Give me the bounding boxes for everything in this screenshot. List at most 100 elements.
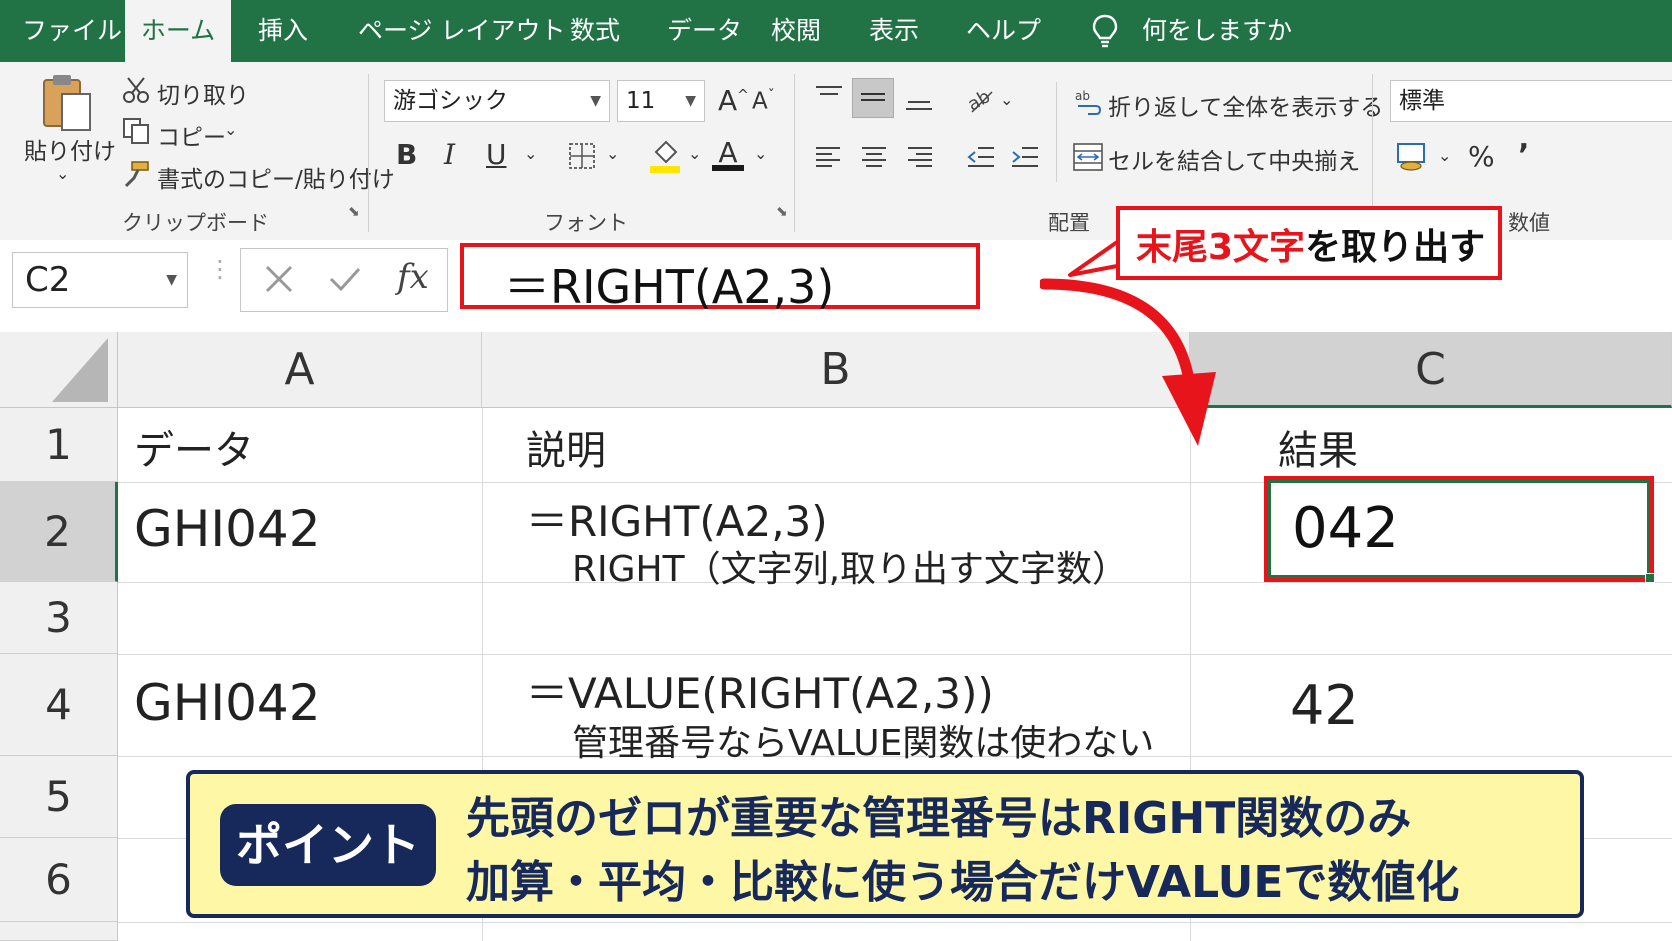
cancel-icon[interactable] [261, 261, 297, 303]
paste-dropdown-chevron-icon[interactable]: ⌄ [56, 164, 69, 183]
cell-b2-syntax[interactable]: RIGHT（文字列,取り出す文字数） [572, 540, 1128, 592]
point-line-2: 加算・平均・比較に使う場合だけVALUEで数値化 [466, 857, 1460, 908]
font-color-dropdown-chevron-icon[interactable]: ⌄ [754, 144, 767, 163]
row-header-7[interactable] [0, 922, 118, 941]
tell-me-search[interactable]: 何をしますか [1142, 0, 1292, 62]
wrap-text-icon[interactable]: ab [1074, 88, 1102, 120]
insert-function-button[interactable]: fx [397, 257, 429, 297]
align-center-icon[interactable] [860, 144, 888, 174]
clipboard-group-label: クリップボード [122, 211, 269, 235]
comma-style-button[interactable]: ’ [1518, 138, 1529, 173]
chevron-down-icon: ▼ [590, 93, 601, 109]
lightbulb-icon[interactable] [1092, 14, 1118, 52]
number-format-select[interactable]: 標準 [1390, 80, 1672, 122]
align-middle-button[interactable] [852, 78, 894, 118]
tab-page-layout[interactable]: ページ レイアウト [358, 0, 565, 62]
select-all-corner[interactable] [0, 332, 118, 408]
formula-input[interactable]: ＝RIGHT(A2,3) [460, 243, 980, 314]
merge-center-button[interactable]: セルを結合して中央揃え [1108, 142, 1360, 176]
orientation-dropdown-chevron-icon[interactable]: ⌄ [1000, 90, 1013, 109]
red-arrow-icon [1040, 278, 1216, 446]
gridline [118, 922, 1672, 923]
cell-b1[interactable]: 説明 [526, 418, 606, 476]
scissors-icon[interactable] [122, 76, 150, 108]
fill-handle[interactable] [1645, 573, 1655, 583]
increase-font-size-button[interactable]: A^ [718, 84, 749, 117]
row-header-3[interactable]: 3 [0, 582, 118, 654]
group-divider [1056, 82, 1057, 182]
paste-icon[interactable] [40, 72, 94, 138]
cell-a2[interactable]: GHI042 [134, 500, 321, 558]
name-box[interactable]: C2 ▼ [12, 252, 188, 308]
cell-a4[interactable]: GHI042 [134, 674, 321, 732]
merge-center-icon[interactable] [1072, 142, 1104, 176]
column-header-c[interactable]: C [1190, 332, 1672, 408]
cell-c4[interactable]: 42 [1290, 674, 1359, 737]
svg-text:ab: ab [1075, 89, 1090, 103]
bold-button[interactable]: B [396, 138, 417, 171]
borders-dropdown-chevron-icon[interactable]: ⌄ [606, 144, 619, 163]
chevron-down-icon: ▼ [166, 272, 177, 288]
wrap-text-button[interactable]: 折り返して全体を表示する [1108, 88, 1383, 122]
merge-dropdown-chevron-icon[interactable]: ⌄ [1342, 146, 1355, 165]
row-header-5[interactable]: 5 [0, 756, 118, 838]
decrease-font-size-button[interactable]: Aˇ [752, 88, 775, 115]
font-launcher-icon[interactable]: ⬊ [776, 204, 788, 220]
formula-text: ＝RIGHT(A2,3) [504, 260, 835, 314]
align-left-icon[interactable] [814, 144, 842, 174]
name-box-value: C2 [25, 260, 71, 300]
tab-file[interactable]: ファイル [22, 0, 122, 62]
font-color-button[interactable]: A [712, 136, 744, 171]
tab-help[interactable]: ヘルプ [966, 0, 1041, 62]
tab-review[interactable]: 校閲 [771, 0, 821, 62]
cell-a1[interactable]: データ [134, 418, 254, 476]
row-header-4[interactable]: 4 [0, 654, 118, 756]
italic-button[interactable]: I [444, 138, 455, 171]
underline-button[interactable]: U [486, 138, 507, 171]
tab-home[interactable]: ホーム [125, 0, 231, 62]
font-size-select[interactable]: 11 ▼ [617, 80, 705, 122]
fill-color-dropdown-chevron-icon[interactable]: ⌄ [688, 144, 701, 163]
orientation-icon[interactable]: ab [964, 86, 998, 120]
copy-icon[interactable] [122, 117, 150, 149]
copy-button[interactable]: コピー [157, 118, 226, 152]
increase-indent-icon[interactable] [1010, 144, 1040, 174]
format-painter-button[interactable]: 書式のコピー/貼り付け [157, 160, 395, 194]
clipboard-launcher-icon[interactable]: ⬊ [348, 204, 360, 220]
row-header-2[interactable]: 2 [0, 482, 118, 582]
enter-check-icon[interactable] [327, 261, 363, 303]
borders-icon[interactable] [568, 142, 596, 174]
group-divider [794, 74, 795, 232]
font-group-label: フォント [544, 211, 628, 235]
underline-dropdown-chevron-icon[interactable]: ⌄ [524, 144, 537, 163]
align-right-icon[interactable] [906, 144, 934, 174]
tab-data[interactable]: データ [667, 0, 742, 62]
formula-bar-buttons: fx [240, 248, 448, 312]
fill-color-icon[interactable] [650, 138, 682, 178]
format-painter-icon[interactable] [122, 160, 150, 192]
tab-view[interactable]: 表示 [869, 0, 919, 62]
percent-style-button[interactable]: % [1468, 140, 1495, 173]
callout-text: 末尾3文字を取り出す [1136, 218, 1485, 270]
font-name-select[interactable]: 游ゴシック ▼ [384, 80, 610, 122]
row-header-1[interactable]: 1 [0, 408, 118, 482]
row-header-6[interactable]: 6 [0, 838, 118, 922]
cell-b4-formula[interactable]: ＝VALUE(RIGHT(A2,3)) [526, 660, 994, 721]
font-name-value: 游ゴシック [393, 88, 508, 114]
tab-insert[interactable]: 挿入 [258, 0, 308, 62]
cell-c1[interactable]: 結果 [1278, 418, 1358, 476]
decrease-indent-icon[interactable] [966, 144, 996, 174]
formula-bar-grip-icon[interactable]: ⋮ [208, 257, 232, 281]
point-badge: ポイント [220, 804, 436, 886]
cut-button[interactable]: 切り取り [157, 76, 249, 110]
cell-b4-note[interactable]: 管理番号ならVALUE関数は使わない [572, 714, 1154, 766]
copy-dropdown-chevron-icon[interactable]: ⌄ [224, 120, 237, 139]
selected-cell-c2[interactable]: 042 [1264, 476, 1655, 583]
paste-button[interactable]: 貼り付け [24, 132, 116, 166]
currency-dropdown-chevron-icon[interactable]: ⌄ [1438, 146, 1451, 165]
tab-formulas[interactable]: 数式 [570, 0, 620, 62]
align-top-icon[interactable] [814, 84, 844, 114]
align-bottom-icon[interactable] [904, 84, 934, 116]
currency-format-icon[interactable] [1396, 140, 1428, 176]
column-header-a[interactable]: A [118, 332, 482, 408]
